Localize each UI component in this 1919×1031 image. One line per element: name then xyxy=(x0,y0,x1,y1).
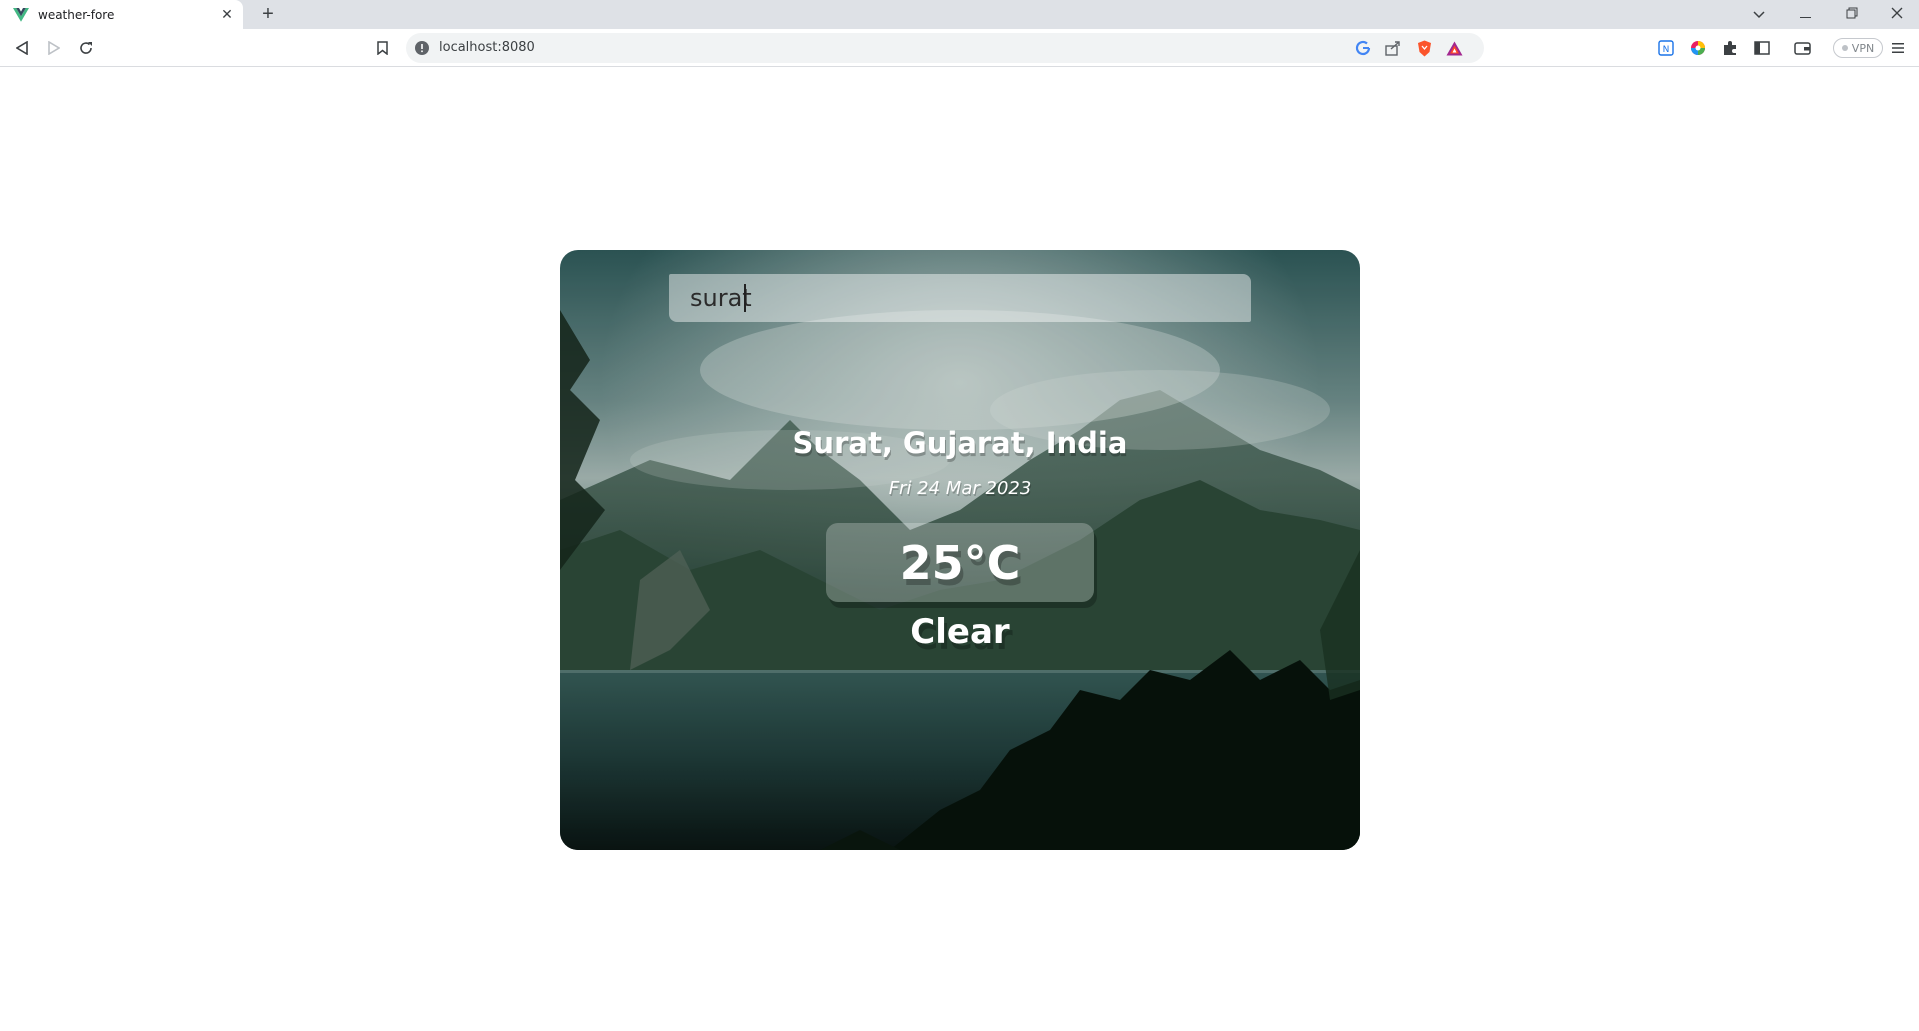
weather-condition: Clear xyxy=(910,612,1010,652)
vpn-status-dot xyxy=(1841,45,1848,51)
site-info-icon[interactable] xyxy=(414,40,430,56)
google-lens-icon[interactable] xyxy=(1354,39,1372,57)
browser-toolbar: localhost:8080 N VPN xyxy=(0,29,1919,67)
back-icon[interactable] xyxy=(10,36,34,60)
translate-extension-icon[interactable]: N xyxy=(1654,36,1678,60)
address-bar[interactable]: localhost:8080 xyxy=(406,33,1484,63)
color-picker-extension-icon[interactable] xyxy=(1686,36,1710,60)
location-title: Surat, Gujarat, India xyxy=(792,426,1128,460)
vue-logo-icon xyxy=(13,7,29,23)
vpn-button[interactable]: VPN xyxy=(1833,38,1883,58)
forward-icon[interactable] xyxy=(42,36,66,60)
sidebar-icon[interactable] xyxy=(1750,36,1774,60)
tab-close-icon[interactable]: ✕ xyxy=(219,6,235,22)
location-search-input[interactable] xyxy=(669,274,1251,322)
restore-icon[interactable] xyxy=(1832,0,1872,29)
tab-title: weather-fore xyxy=(38,7,115,22)
svg-text:N: N xyxy=(1663,45,1670,55)
vpn-label: VPN xyxy=(1851,41,1875,55)
weather-card: Surat, Gujarat, India Fri 24 Mar 2023 25… xyxy=(560,250,1360,850)
browser-tab-strip: weather-fore ✕ + xyxy=(0,0,1919,29)
temperature-box: 25°C xyxy=(826,523,1094,602)
text-cursor xyxy=(744,284,746,312)
brave-shields-icon[interactable] xyxy=(1415,39,1433,57)
brave-rewards-icon[interactable] xyxy=(1445,39,1463,57)
bookmark-icon[interactable] xyxy=(370,36,394,60)
reload-icon[interactable] xyxy=(74,36,98,60)
extensions-puzzle-icon[interactable] xyxy=(1718,36,1742,60)
date-text: Fri 24 Mar 2023 xyxy=(888,478,1032,499)
browser-tab-active[interactable]: weather-fore ✕ xyxy=(0,0,243,29)
menu-icon[interactable] xyxy=(1886,36,1910,60)
temperature-value: 25°C xyxy=(899,535,1021,590)
wallet-icon[interactable] xyxy=(1790,36,1814,60)
tab-search-chevron-icon[interactable] xyxy=(1739,0,1779,29)
window-close-icon[interactable] xyxy=(1877,0,1917,29)
new-tab-button[interactable]: + xyxy=(256,2,280,26)
share-icon[interactable] xyxy=(1384,39,1402,57)
minimize-icon[interactable] xyxy=(1786,0,1826,29)
url-text: localhost:8080 xyxy=(439,40,535,55)
